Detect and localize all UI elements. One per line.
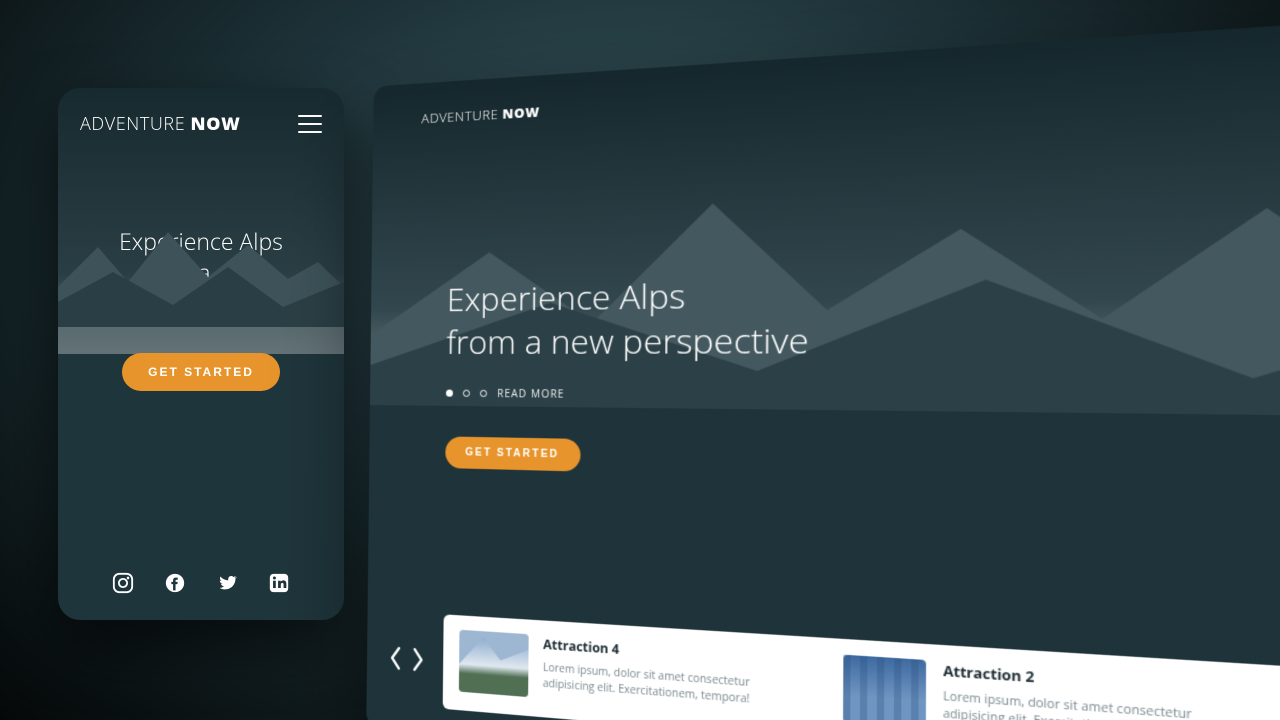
carousel-strip: Attraction 4 Lorem ipsum, dolor sit amet… [443, 614, 1280, 720]
brand-text-bold: NOW [502, 102, 539, 123]
hero-title: Experience Alps from a new perspective [84, 226, 318, 319]
carousel: Attraction 4 Lorem ipsum, dolor sit amet… [386, 611, 1280, 720]
twitter-icon[interactable] [216, 572, 238, 594]
linkedin-icon[interactable] [268, 572, 290, 594]
desktop-hero: Experience Alps from a new perspective R… [445, 272, 809, 478]
mobile-mockup: ADVENTURE NOW Experience Alps from a new… [58, 88, 344, 620]
carousel-card[interactable]: Attraction 2 Lorem ipsum, dolor sit amet… [824, 638, 1280, 720]
hamburger-menu-icon[interactable] [298, 115, 322, 133]
hero-line-2: from a new perspective [446, 316, 809, 364]
slide-dot-3[interactable] [480, 389, 487, 396]
brand-text-thin: ADVENTURE [80, 112, 191, 136]
carousel-prev-icon[interactable] [386, 643, 404, 673]
hero-line-1: Experience Alps [447, 273, 686, 321]
card-thumbnail [843, 655, 926, 720]
hero-line-1: Experience Alps [119, 225, 283, 257]
hero-line-2: from a new [143, 256, 260, 288]
desktop-mockup: ADVENTURE NOW HOME STORIES TRIPS CONTACT… [366, 0, 1280, 720]
carousel-card[interactable]: Attraction 4 Lorem ipsum, dolor sit amet… [443, 614, 824, 720]
slide-dot-2[interactable] [463, 389, 470, 396]
hero-line-3: perspective [141, 287, 260, 319]
hero-title: Experience Alps from a new perspective [446, 272, 809, 364]
brand-text-bold: NOW [191, 112, 241, 136]
brand-logo[interactable]: ADVENTURE NOW [421, 102, 539, 127]
brand-logo[interactable]: ADVENTURE NOW [80, 112, 240, 136]
get-started-button[interactable]: GET STARTED [445, 437, 580, 472]
facebook-icon[interactable] [164, 572, 186, 594]
read-more-link[interactable]: READ MORE [497, 386, 565, 401]
brand-text-thin: ADVENTURE [421, 104, 502, 127]
desktop-topbar: ADVENTURE NOW HOME STORIES TRIPS CONTACT [373, 0, 1280, 130]
get-started-button[interactable]: GET STARTED [122, 353, 280, 391]
mobile-hero: Experience Alps from a new perspective G… [58, 226, 344, 391]
slide-dot-1[interactable] [446, 389, 453, 396]
mobile-social-row [58, 572, 344, 620]
instagram-icon[interactable] [112, 572, 134, 594]
slide-indicators: READ MORE [446, 386, 809, 404]
card-thumbnail [459, 630, 529, 697]
carousel-next-icon[interactable] [409, 645, 427, 675]
